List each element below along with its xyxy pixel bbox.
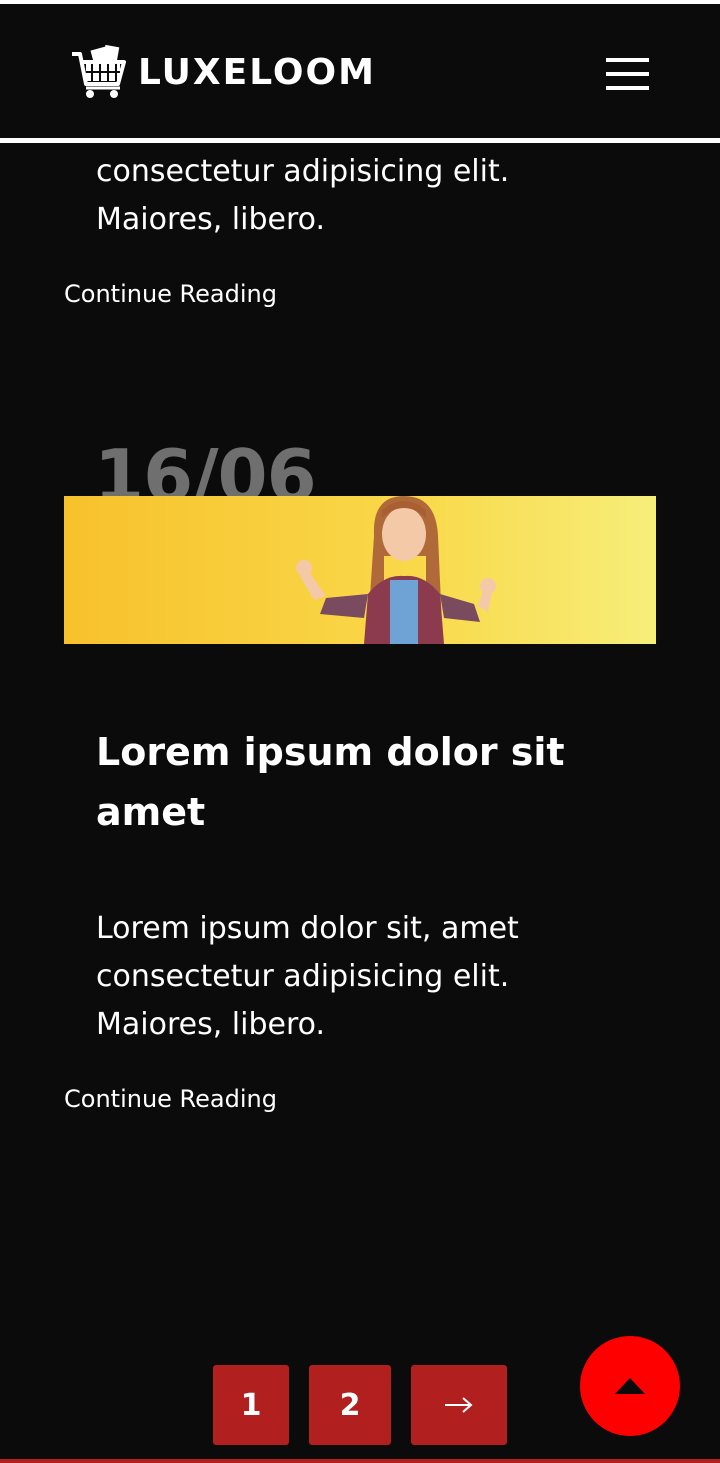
title-line: amet <box>96 790 206 834</box>
page-2-button[interactable]: 2 <box>309 1365 391 1445</box>
continue-reading-link[interactable]: Continue Reading <box>64 1085 277 1113</box>
excerpt-line: consectetur adipisicing elit. <box>96 154 510 189</box>
post-title[interactable]: Lorem ipsum dolor sit amet <box>96 722 616 842</box>
back-to-top-button[interactable] <box>580 1336 680 1436</box>
excerpt-line: consectetur adipisicing elit. <box>96 959 510 994</box>
continue-reading-link[interactable]: Continue Reading <box>64 280 277 308</box>
arrow-right-icon <box>445 1397 473 1413</box>
post-excerpt: consectetur adipisicing elit. Maiores, l… <box>96 148 616 244</box>
brand-name: LUXELOOM <box>138 52 376 93</box>
post-image[interactable] <box>64 496 656 644</box>
excerpt-line: Maiores, libero. <box>96 202 325 237</box>
blog-list: consectetur adipisicing elit. Maiores, l… <box>0 0 720 1463</box>
title-line: Lorem ipsum dolor sit <box>96 730 565 774</box>
triangle-up-icon <box>615 1378 645 1394</box>
bottom-border <box>0 1459 720 1463</box>
next-page-button[interactable] <box>411 1365 507 1445</box>
girl-photo <box>64 496 656 644</box>
excerpt-line: Lorem ipsum dolor sit, amet <box>96 911 519 946</box>
excerpt-line: Maiores, libero. <box>96 1007 325 1042</box>
brand-logo[interactable]: LUXELOOM <box>70 44 376 102</box>
shopping-cart-icon <box>72 44 126 98</box>
page-1-button[interactable]: 1 <box>213 1365 289 1445</box>
hamburger-menu-icon[interactable] <box>604 56 652 92</box>
site-header: LUXELOOM <box>0 4 720 138</box>
post-excerpt: Lorem ipsum dolor sit, amet consectetur … <box>96 905 616 1049</box>
header-divider <box>0 138 720 143</box>
